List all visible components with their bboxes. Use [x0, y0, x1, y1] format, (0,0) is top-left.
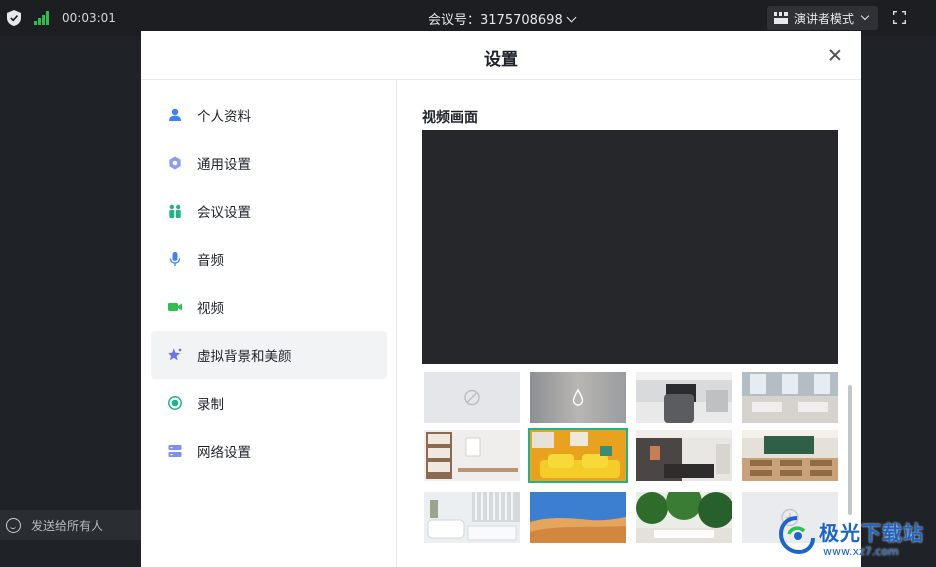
sidebar-item-general[interactable]: 通用设置: [151, 139, 387, 187]
sidebar-item-audio[interactable]: 音频: [151, 235, 387, 283]
emoji-icon[interactable]: [6, 517, 21, 533]
camera-icon: [168, 303, 182, 311]
meeting-room-image: [636, 430, 732, 481]
close-button[interactable]: [825, 45, 845, 65]
scrollbar[interactable]: [848, 385, 852, 515]
sidebar-item-video[interactable]: 视频: [151, 283, 387, 331]
dialog-header: 设置: [141, 31, 861, 80]
gear-icon: [169, 156, 181, 170]
background-meeting-room[interactable]: [636, 430, 732, 481]
background-garden[interactable]: [636, 492, 732, 543]
settings-sidebar: 个人资料 通用设置 会议设置 音频 视频 虚拟背景和美颜 录制 网络设置: [141, 80, 397, 567]
garden-image: [636, 492, 732, 543]
network-icon: [168, 445, 182, 457]
view-mode-label: 演讲者模式: [794, 11, 855, 26]
sidebar-item-label: 个人资料: [197, 109, 251, 125]
chevron-down-icon: [566, 12, 577, 23]
chat-input[interactable]: 发送给所有人: [0, 510, 141, 540]
cafe-image: [742, 372, 838, 423]
virtual-background-panel: 视频画面: [398, 80, 861, 567]
chat-placeholder: 发送给所有人: [31, 518, 104, 533]
watermark-logo-icon: [778, 516, 815, 555]
watermark-text: 极光下载站: [819, 521, 924, 545]
section-title: 视频画面: [422, 110, 478, 126]
sidebar-item-label: 网络设置: [197, 445, 251, 461]
person-icon: [169, 108, 181, 121]
sparkle-icon: [168, 348, 182, 361]
shield-icon[interactable]: [7, 10, 21, 26]
desert-image: [530, 492, 626, 543]
background-office-chair[interactable]: [636, 372, 732, 423]
watermark-url: www.xz7.com: [823, 545, 899, 558]
sidebar-item-label: 会议设置: [197, 205, 251, 221]
fullscreen-icon[interactable]: [893, 11, 906, 24]
sidebar-item-label: 通用设置: [197, 157, 251, 173]
sidebar-item-profile[interactable]: 个人资料: [151, 91, 387, 139]
no-background-icon: [464, 389, 480, 406]
meeting-id-dropdown[interactable]: 会议号：3175708698: [428, 9, 577, 28]
classroom-image: [742, 430, 838, 481]
white-living-room-image: [427, 492, 520, 541]
dialog-title: 设置: [484, 50, 518, 70]
chevron-down-icon: [860, 11, 870, 21]
sidebar-item-network[interactable]: 网络设置: [151, 427, 387, 475]
sidebar-item-label: 视频: [197, 301, 224, 317]
signal-strength-icon: [34, 11, 50, 25]
view-mode-button[interactable]: 演讲者模式: [767, 6, 878, 30]
background-cafe[interactable]: [742, 372, 838, 423]
blur-drop-icon: [572, 388, 584, 406]
sidebar-item-meeting[interactable]: 会议设置: [151, 187, 387, 235]
microphone-icon: [169, 252, 181, 266]
background-blur[interactable]: [530, 372, 626, 423]
background-shelf-room[interactable]: [424, 430, 520, 481]
sidebar-item-label: 音频: [197, 253, 224, 269]
record-icon: [168, 396, 182, 410]
layout-grid-icon: [774, 12, 788, 24]
settings-dialog: 设置 个人资料 通用设置 会议设置 音频 视频 虚拟背景和美颜 录制 网络设置 …: [141, 31, 861, 567]
video-preview: [422, 130, 838, 364]
sidebar-item-recording[interactable]: 录制: [151, 379, 387, 427]
people-icon: [169, 204, 181, 218]
meeting-timer: 00:03:01: [62, 11, 116, 25]
yellow-sofa-image: [530, 430, 626, 481]
shelf-room-image: [426, 432, 518, 479]
background-classroom[interactable]: [742, 430, 838, 481]
watermark: 极光下载站 www.xz7.com: [777, 512, 936, 567]
sidebar-item-label: 虚拟背景和美颜: [197, 349, 292, 365]
office-chair-image: [636, 372, 732, 423]
background-desert[interactable]: [530, 492, 626, 543]
background-white-living-room[interactable]: [424, 492, 520, 543]
meeting-id-label: 会议号：3175708698: [428, 13, 563, 28]
background-yellow-sofa[interactable]: [528, 428, 628, 483]
background-none[interactable]: [424, 372, 520, 423]
sidebar-item-virtual-background[interactable]: 虚拟背景和美颜: [151, 331, 387, 379]
sidebar-item-label: 录制: [197, 397, 224, 413]
